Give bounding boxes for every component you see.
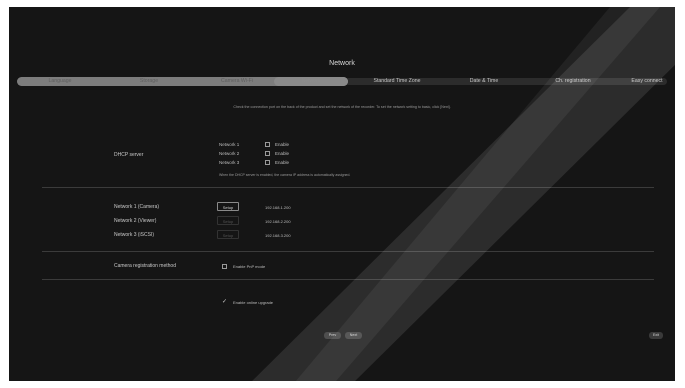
network-1-ip: 192.168.1.200 — [265, 205, 291, 210]
step-date-time[interactable]: Date & Time — [438, 76, 530, 87]
network-1-label: Network 1 (Camera) — [114, 204, 160, 210]
network-2-label: Network 2 (Viewer) — [114, 218, 157, 224]
section-divider — [42, 251, 654, 252]
step-network[interactable]: Network — [265, 76, 357, 87]
dhcp-network-2-checkbox[interactable] — [265, 151, 270, 156]
dhcp-note: When the DHCP server is enabled, the cam… — [219, 173, 351, 177]
step-language[interactable]: Language — [14, 76, 106, 87]
camera-registration-label: Camera registration method — [114, 263, 176, 269]
step-standard-time-zone[interactable]: Standard Time Zone — [351, 76, 443, 87]
pnp-mode-label: Enable PnP mode — [233, 264, 266, 269]
dhcp-network-3-checkbox[interactable] — [265, 160, 270, 165]
dhcp-server-label: DHCP server — [114, 152, 144, 158]
dhcp-network-1-checkbox[interactable] — [265, 142, 270, 147]
page-title: Network — [329, 60, 355, 67]
step-storage[interactable]: Storage — [103, 76, 195, 87]
prev-button[interactable]: Prev — [324, 332, 341, 339]
dhcp-network-3-enable-label: Enable — [275, 160, 290, 165]
section-divider — [42, 279, 654, 280]
network-2-setup-button[interactable]: Setup — [217, 216, 239, 225]
pnp-mode-checkbox[interactable] — [222, 264, 227, 269]
wizard-step-bar: Language Storage Camera Wi-Fi Network St… — [17, 76, 667, 87]
online-upgrade-checkbox[interactable]: ✓ — [222, 299, 228, 305]
dhcp-network-2-enable-label: Enable — [275, 151, 290, 156]
network-1-setup-button[interactable]: Setup — [217, 202, 239, 211]
next-button[interactable]: Next — [345, 332, 362, 339]
network-3-setup-button[interactable]: Setup — [217, 230, 239, 239]
step-easy-connect[interactable]: Easy connect — [601, 76, 675, 87]
network-3-ip: 192.168.3.200 — [265, 233, 291, 238]
instruction-text: Check the connection port on the back of… — [233, 105, 451, 109]
dhcp-network-1-enable-label: Enable — [275, 142, 290, 147]
exit-button[interactable]: Exit — [649, 332, 663, 339]
online-upgrade-label: Enable online upgrade — [233, 300, 274, 305]
dhcp-network-3-label: Network 3 — [219, 160, 240, 165]
dhcp-network-2-label: Network 2 — [219, 151, 240, 156]
section-divider — [42, 187, 654, 188]
setup-wizard-screen: Network Language Storage Camera Wi-Fi Ne… — [9, 7, 675, 381]
network-3-label: Network 3 (iSCSI) — [114, 232, 155, 238]
dhcp-network-1-label: Network 1 — [219, 142, 240, 147]
network-2-ip: 192.168.2.200 — [265, 219, 291, 224]
